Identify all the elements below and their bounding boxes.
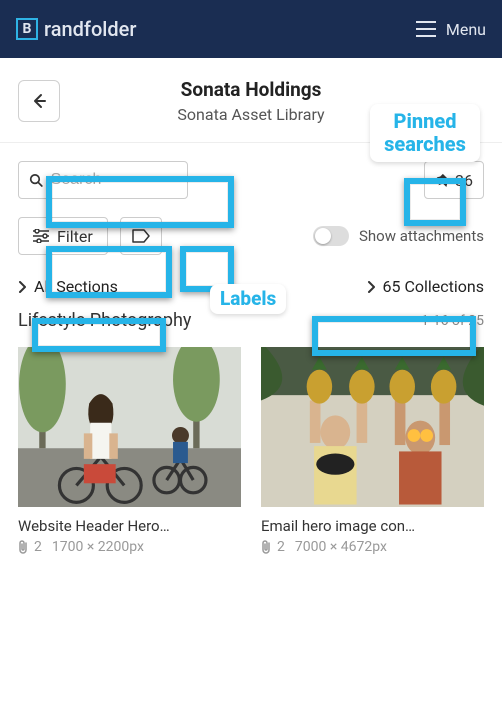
asset-card[interactable]: Website Header Hero… 2 1700 × 2200px <box>18 347 241 555</box>
filter-button[interactable]: Filter <box>18 217 108 255</box>
filter-label: Filter <box>57 227 93 246</box>
menu-label: Menu <box>446 20 486 39</box>
logo-icon <box>16 18 38 40</box>
search-input[interactable] <box>18 161 188 199</box>
section-count: 1-16 of 25 <box>421 313 484 329</box>
hamburger-icon <box>416 21 436 37</box>
asset-thumbnail <box>18 347 241 507</box>
logo-text: randfolder <box>44 17 136 41</box>
attachment-count: 2 <box>34 539 42 555</box>
all-sections-link[interactable]: All Sections <box>18 277 118 296</box>
search-icon <box>29 172 43 188</box>
app-header: randfolder Menu <box>0 0 502 58</box>
show-attachments-row: Show attachments <box>313 226 484 246</box>
nav-row: All Sections 65 Collections <box>0 273 502 300</box>
labels-button[interactable] <box>120 217 162 255</box>
library-subtitle: Sonata Asset Library <box>60 105 442 124</box>
tag-icon <box>132 229 150 243</box>
chevron-right-icon <box>18 281 26 293</box>
asset-title: Email hero image con… <box>261 517 484 535</box>
back-button[interactable] <box>18 80 60 122</box>
show-attachments-label: Show attachments <box>359 227 484 245</box>
collections-label: 65 Collections <box>383 277 484 296</box>
paperclip-icon <box>261 540 273 554</box>
asset-thumbnail <box>261 347 484 507</box>
menu-button[interactable]: Menu <box>416 20 486 39</box>
pinned-count-button[interactable]: 36 <box>424 161 484 199</box>
arrow-left-icon <box>31 93 47 109</box>
org-title: Sonata Holdings <box>60 78 442 101</box>
asset-dimensions: 1700 × 2200px <box>52 539 144 555</box>
section-name: Lifestyle Photography <box>18 310 191 331</box>
pin-count-value: 36 <box>455 171 473 190</box>
collections-link[interactable]: 65 Collections <box>367 277 484 296</box>
show-attachments-toggle[interactable] <box>313 226 349 246</box>
asset-title: Website Header Hero… <box>18 517 241 535</box>
chevron-right-icon <box>367 281 375 293</box>
section-heading: Lifestyle Photography 1-16 of 25 <box>0 300 502 347</box>
pin-icon <box>435 173 449 187</box>
asset-meta: 2 1700 × 2200px <box>18 539 241 555</box>
toolbar: 36 Filter Show attachments <box>0 143 502 255</box>
title-area: Sonata Holdings Sonata Asset Library <box>0 58 502 143</box>
asset-card[interactable]: Email hero image con… 2 7000 × 4672px <box>261 347 484 555</box>
attachment-count: 2 <box>277 539 285 555</box>
page-title-block: Sonata Holdings Sonata Asset Library <box>60 78 442 124</box>
asset-dimensions: 7000 × 4672px <box>295 539 387 555</box>
asset-meta: 2 7000 × 4672px <box>261 539 484 555</box>
sliders-icon <box>33 229 49 243</box>
asset-grid: Website Header Hero… 2 1700 × 2200px <box>0 347 502 555</box>
search-field[interactable] <box>51 171 177 189</box>
paperclip-icon <box>18 540 30 554</box>
all-sections-label: All Sections <box>34 277 118 296</box>
brand-logo: randfolder <box>16 17 136 41</box>
